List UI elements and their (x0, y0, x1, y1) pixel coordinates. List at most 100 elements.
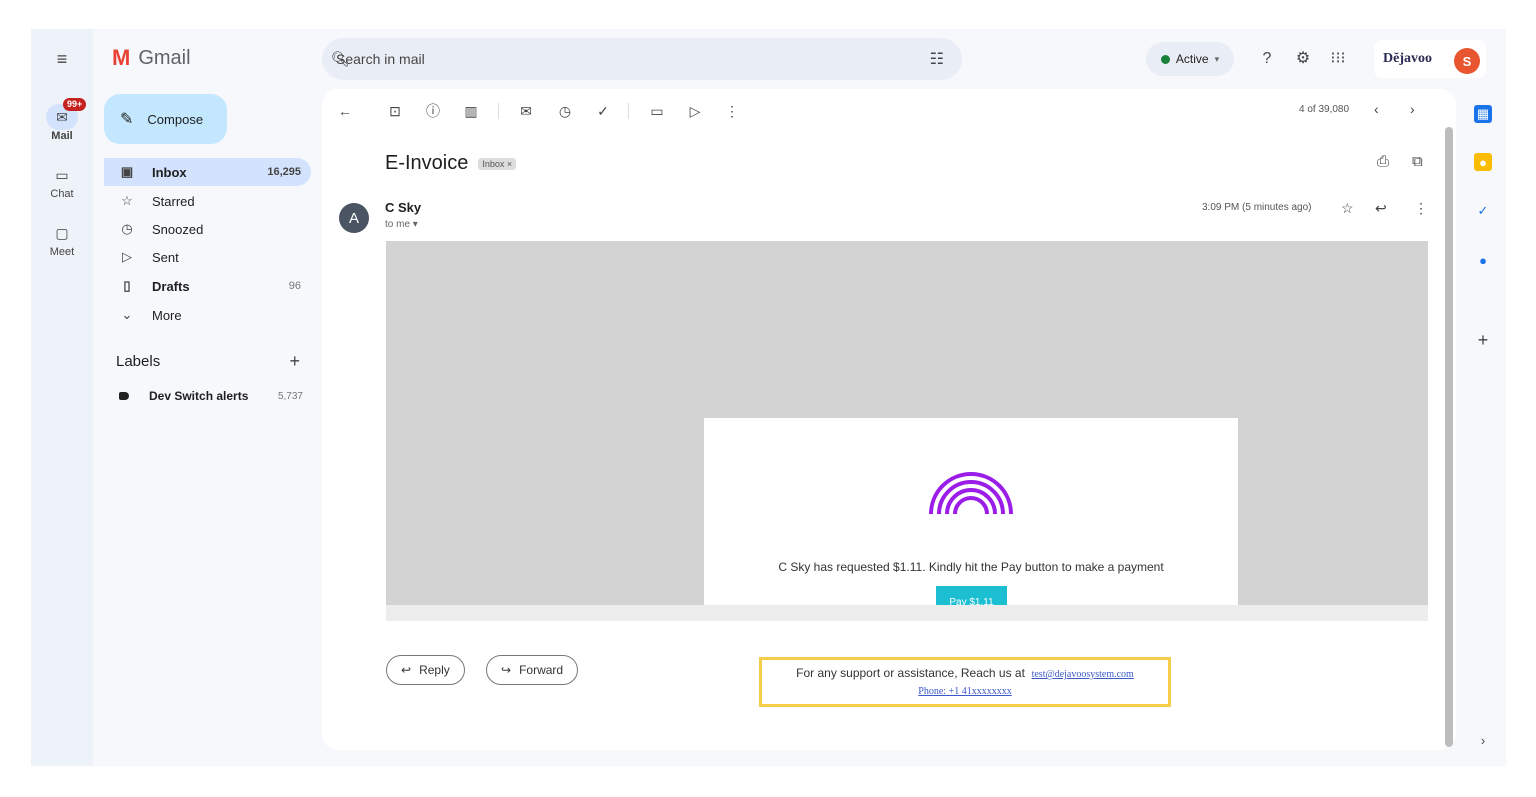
contacts-icon[interactable]: ● (1474, 251, 1492, 269)
add-label-icon[interactable]: + (289, 352, 300, 370)
help-icon[interactable]: ? (1257, 49, 1277, 69)
star-icon[interactable]: ☆ (1341, 200, 1354, 217)
label-dev-switch-alerts[interactable]: Dev Switch alerts 5,737 (119, 389, 303, 403)
rail-item-meet[interactable]: ▢ Meet (37, 220, 87, 259)
compose-button[interactable]: ✎ Compose (104, 94, 227, 144)
reply-label: Reply (419, 663, 450, 677)
main-menu-icon[interactable]: ≡ (52, 49, 72, 69)
nav-inbox[interactable]: ▣ Inbox 16,295 (104, 158, 311, 186)
add-addon-icon[interactable]: + (1474, 330, 1492, 350)
chevron-down-icon: ⌄ (121, 307, 133, 322)
account-avatar[interactable]: S (1454, 48, 1480, 74)
side-panel: ▦ ● ✓ ● + › (1465, 89, 1505, 766)
search-bar: 🔍︎ ☷ (322, 38, 962, 80)
nav-more[interactable]: ⌄ More (104, 301, 311, 329)
add-task-icon[interactable]: ✓ (593, 101, 613, 121)
payment-request-text: C Sky has requested $1.11. Kindly hit th… (778, 560, 1164, 574)
search-options-icon[interactable]: ☷ (930, 49, 944, 69)
message-time: 3:09 PM (5 minutes ago) (1202, 202, 1312, 213)
rail-item-mail[interactable]: ✉ 99+ Mail (37, 98, 87, 142)
move-to-icon[interactable]: ▭ (647, 101, 667, 121)
sender-name[interactable]: C Sky (385, 200, 421, 215)
rainbow-logo-icon (929, 472, 1013, 515)
email-body-footer (386, 605, 1428, 621)
nav-label: Sent (152, 249, 179, 265)
gmail-logo[interactable]: M Gmail (112, 46, 191, 70)
nav-snoozed[interactable]: ◷ Snoozed (104, 215, 311, 243)
reply-button[interactable]: ↩ Reply (386, 655, 465, 685)
gmail-m-icon: M (112, 45, 131, 70)
reply-icon[interactable]: ↩ (1375, 200, 1387, 217)
clock-icon: ◷ (121, 221, 133, 236)
label-name: Dev Switch alerts (149, 389, 249, 403)
settings-gear-icon[interactable]: ⚙ (1293, 49, 1313, 69)
open-new-window-icon[interactable]: ⧉ (1412, 153, 1423, 170)
message-subject-row: E-Invoice Inbox × (385, 152, 517, 175)
inbox-label-chip[interactable]: Inbox × (478, 157, 517, 170)
calendar-icon[interactable]: ▦ (1474, 105, 1492, 123)
support-email-link[interactable]: test@dejavoosystem.com (1032, 669, 1134, 680)
send-icon: ▷ (122, 249, 132, 264)
tasks-icon[interactable]: ✓ (1474, 202, 1492, 220)
support-text: For any support or assistance, Reach us … (796, 666, 1025, 680)
nav-sent[interactable]: ▷ Sent (104, 243, 311, 271)
message-subject: E-Invoice (385, 152, 469, 174)
nav-count: 16,295 (267, 166, 301, 178)
email-body-background: C Sky has requested $1.11. Kindly hit th… (386, 241, 1428, 713)
delete-icon[interactable]: ▥ (461, 101, 481, 121)
rail-item-label: Mail (51, 130, 73, 142)
report-spam-icon[interactable]: ⓘ (423, 101, 443, 121)
forward-label: Forward (519, 663, 564, 677)
keep-icon[interactable]: ● (1474, 153, 1492, 171)
scrollbar[interactable] (1445, 127, 1453, 747)
chevron-right-icon[interactable]: › (1474, 731, 1492, 749)
chevron-right-icon[interactable]: › (1410, 101, 1415, 117)
support-phone-link[interactable]: Phone: +1 41xxxxxxxx (918, 686, 1011, 697)
pagination-text: 4 of 39,080 (1299, 104, 1350, 115)
more-vert-icon[interactable]: ⋮ (722, 101, 742, 121)
draft-icon: ▯ (123, 278, 131, 293)
rail-item-label: Meet (49, 246, 75, 258)
video-icon: ▢ (55, 224, 69, 241)
nav-drafts[interactable]: ▯ Drafts 96 (104, 272, 311, 300)
inbox-icon: ▣ (120, 164, 134, 179)
invoice-card: C Sky has requested $1.11. Kindly hit th… (704, 418, 1238, 713)
chevron-left-icon[interactable]: ‹ (1374, 101, 1379, 117)
more-vert-icon[interactable]: ⋮ (1414, 200, 1428, 217)
gmail-window: ≡ ✉ 99+ Mail ▭ Chat ▢ Meet M Gmail ✎ Comp… (31, 29, 1506, 766)
mail-icon: ✉ 99+ (46, 98, 87, 130)
nav-label: Starred (152, 193, 195, 209)
sender-avatar[interactable]: A (339, 203, 369, 233)
rail-item-label: Chat (50, 188, 74, 200)
brand-logo: Dĕjavoo (1383, 51, 1432, 66)
status-dropdown[interactable]: Active ▾ (1146, 42, 1234, 76)
nav-count: 96 (288, 280, 301, 292)
star-icon: ☆ (121, 193, 133, 208)
back-arrow-icon[interactable]: ← (335, 101, 355, 121)
search-input[interactable] (334, 50, 930, 68)
app-name: Gmail (138, 46, 191, 69)
mark-unread-icon[interactable]: ✉ (516, 101, 536, 121)
nav-label: Inbox (152, 164, 187, 180)
nav-label: Snoozed (152, 221, 204, 237)
snooze-icon[interactable]: ◷ (555, 101, 575, 121)
reply-icon: ↩ (401, 663, 412, 677)
unread-badge: 99+ (63, 98, 87, 111)
forward-button[interactable]: ↪ Forward (486, 655, 579, 685)
apps-grid-icon[interactable]: ⁝⁝⁝ (1328, 49, 1348, 69)
print-icon[interactable]: ⎙ (1377, 153, 1389, 170)
rail-item-chat[interactable]: ▭ Chat (37, 162, 87, 201)
recipient-details[interactable]: to me ▾ (385, 219, 418, 230)
message-pane: ← ⊡ ⓘ ▥ ✉ ◷ ✓ ▭ ▷ ⋮ 4 of 39,080 ‹ › E-In… (322, 89, 1456, 750)
support-box: For any support or assistance, Reach us … (759, 657, 1171, 707)
toolbar-divider (628, 103, 629, 119)
forward-icon: ↪ (501, 663, 512, 677)
nav-label: Drafts (152, 278, 190, 294)
label-tag-icon (119, 392, 129, 400)
labels-header: Labels + (116, 352, 300, 370)
status-label: Active (1175, 52, 1209, 66)
archive-icon[interactable]: ⊡ (385, 101, 405, 121)
nav-starred[interactable]: ☆ Starred (104, 187, 311, 215)
label-icon[interactable]: ▷ (685, 101, 705, 121)
search-icon[interactable]: 🔍︎ (330, 50, 349, 68)
